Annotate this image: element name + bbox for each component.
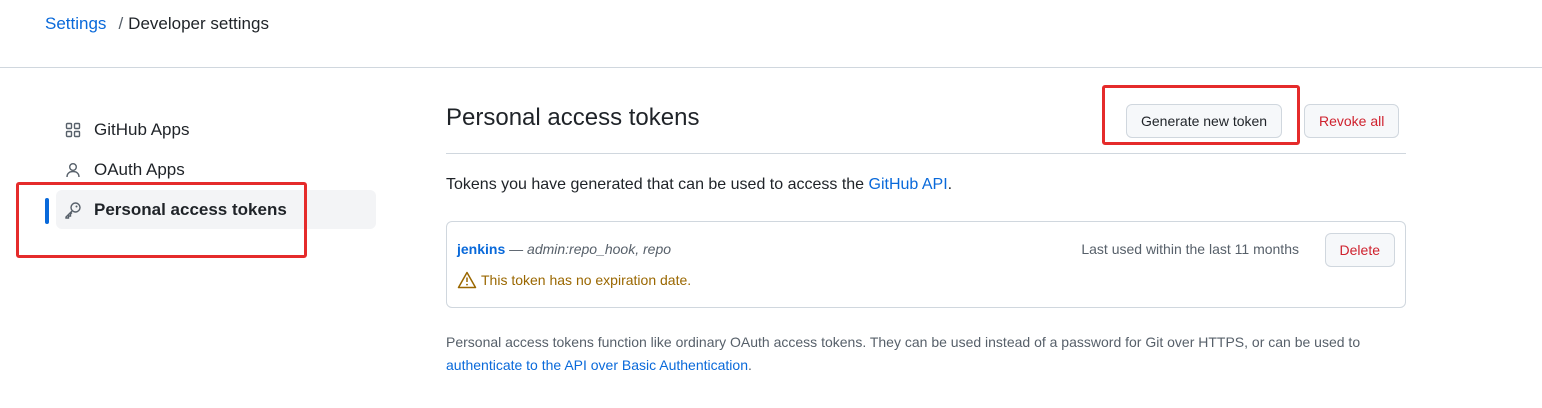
footnote-text: Personal access tokens function like ord… (446, 331, 1406, 377)
generate-new-token-button[interactable]: Generate new token (1126, 104, 1283, 138)
active-indicator (45, 198, 49, 224)
breadcrumb: Settings / Developer settings (45, 14, 269, 34)
intro-prefix: Tokens you have generated that can be us… (446, 176, 869, 193)
token-name-link[interactable]: jenkins (457, 241, 505, 257)
token-dash: — (505, 241, 528, 257)
sidebar-nav: GitHub Apps OAuth Apps Personal access t… (44, 110, 376, 230)
sidebar-item-personal-access-tokens[interactable]: Personal access tokens (45, 190, 376, 229)
footnote-suffix: . (747, 357, 752, 373)
alert-icon (457, 271, 477, 289)
intro-suffix: . (947, 176, 953, 193)
apps-grid-icon (64, 121, 82, 139)
page-header: Settings / Developer settings (0, 0, 1542, 68)
main-content: Personal access tokens Generate new toke… (446, 92, 1406, 373)
token-last-used: Last used within the last 11 months (1081, 241, 1299, 257)
page-title: Personal access tokens (446, 104, 700, 131)
sidebar-item-label: GitHub Apps (94, 119, 190, 139)
sidebar-item-label: Personal access tokens (94, 199, 287, 219)
intro-text: Tokens you have generated that can be us… (446, 176, 952, 194)
github-api-link[interactable]: GitHub API (869, 176, 948, 193)
token-summary: jenkins — admin:repo_hook, repo (457, 241, 671, 257)
revoke-all-button[interactable]: Revoke all (1304, 104, 1400, 138)
person-icon (64, 161, 82, 179)
key-icon (64, 201, 82, 219)
token-list-item: jenkins — admin:repo_hook, repo This tok… (446, 221, 1406, 308)
sidebar-item-oauth-apps[interactable]: OAuth Apps (44, 150, 376, 189)
basic-auth-link[interactable]: authenticate to the API over Basic Authe… (446, 357, 748, 373)
token-expiration-warning: This token has no expiration date. (457, 271, 691, 289)
delete-token-button[interactable]: Delete (1324, 233, 1395, 267)
token-warning-text: This token has no expiration date. (481, 272, 692, 288)
breadcrumb-current: Developer settings (128, 14, 269, 33)
main-header: Personal access tokens Generate new toke… (446, 92, 1406, 154)
sidebar-item-github-apps[interactable]: GitHub Apps (44, 110, 376, 149)
breadcrumb-settings-link[interactable]: Settings (45, 14, 106, 34)
sidebar-item-label: OAuth Apps (94, 159, 185, 179)
token-scopes: admin:repo_hook, repo (527, 241, 672, 257)
breadcrumb-separator: / (118, 14, 124, 33)
footnote-body: Personal access tokens function like ord… (446, 334, 1361, 350)
